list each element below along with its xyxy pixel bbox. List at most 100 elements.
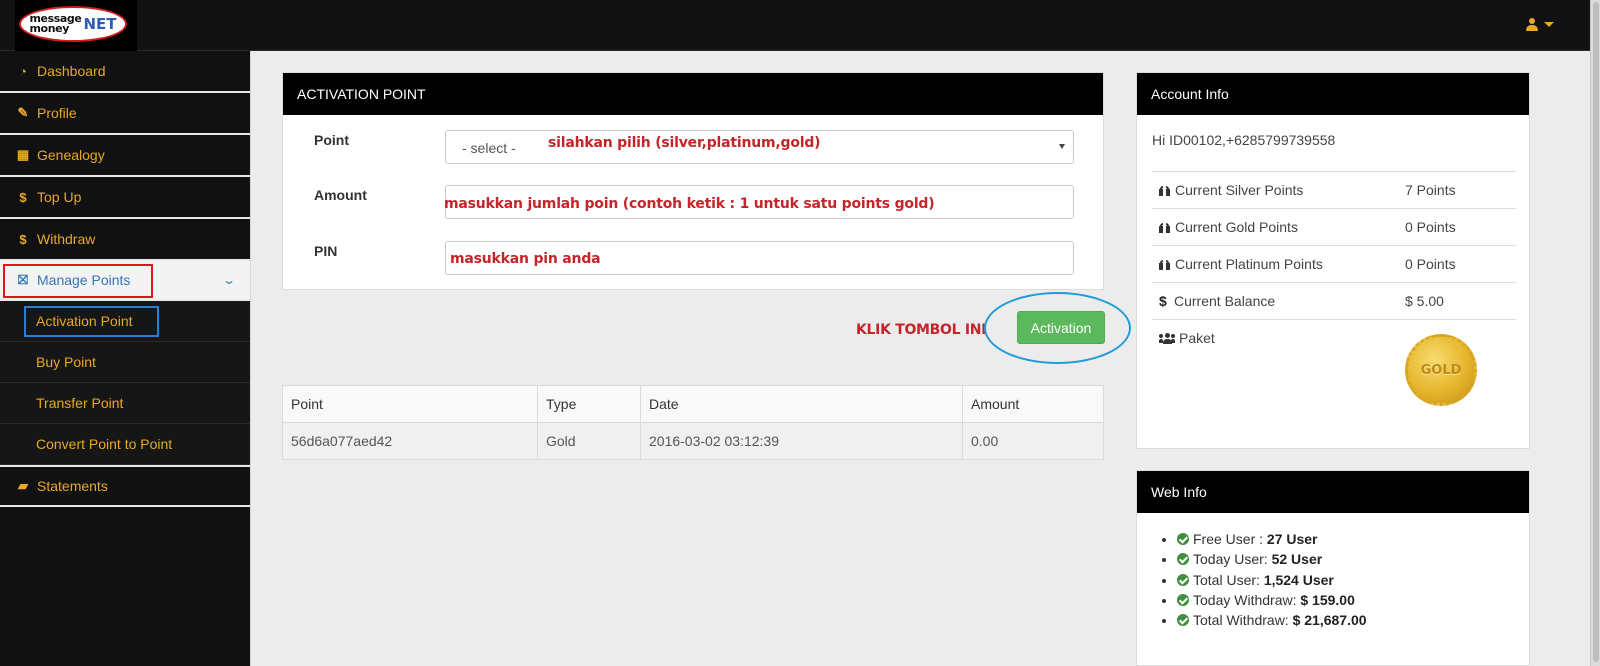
amount-label: Amount: [314, 187, 367, 203]
annotation-klik-text: KLIK TOMBOL INI: [856, 322, 987, 338]
sidebar-item-dashboard[interactable]: ◔ Dashboard: [0, 51, 250, 93]
user-menu-toggle[interactable]: [1526, 18, 1554, 31]
table-header-row: Point Type Date Amount: [282, 385, 1104, 423]
annotation-blue-frame: [24, 306, 159, 337]
cell-label: Current Platinum Points: [1152, 245, 1398, 283]
points-table: Point Type Date Amount 56d6a077aed42 Gol…: [282, 385, 1104, 460]
column-header-amount: Amount: [962, 385, 1104, 423]
panel-title: Web Info: [1137, 471, 1529, 513]
sidebar-item-label: Genealogy: [37, 147, 105, 163]
column-header-point: Point: [282, 385, 538, 423]
cell-amount: 0.00: [962, 422, 1104, 460]
column-header-type: Type: [537, 385, 641, 423]
check-circle-icon: [1177, 593, 1189, 606]
brand-logo[interactable]: message money NET: [15, 0, 137, 51]
web-info-panel: Web Info Free User : 27 User Today User:…: [1136, 470, 1530, 666]
cell-label: Paket: [1152, 319, 1398, 420]
cell-date: 2016-03-02 03:12:39: [640, 422, 963, 460]
wrench-icon: ✎: [17, 105, 29, 120]
sidebar-subitem-label: Transfer Point: [36, 395, 124, 411]
activation-point-panel: ACTIVATION POINT Point - select - Amount…: [282, 72, 1104, 290]
sidebar-subitem-buy-point[interactable]: Buy Point: [0, 342, 250, 383]
sidebar-subitem-activation-point[interactable]: Activation Point: [0, 301, 250, 342]
dollar-icon: $: [19, 231, 27, 247]
gift-icon: [1159, 260, 1170, 270]
logo-net: NET: [83, 15, 117, 33]
top-navbar: message money NET: [0, 0, 1590, 51]
sidebar-subitem-convert-point[interactable]: Convert Point to Point: [0, 424, 250, 465]
annotation-hint-pin: masukkan pin anda: [450, 251, 601, 267]
check-circle-icon: [1177, 614, 1189, 627]
list-item: Today Withdraw: $ 159.00: [1177, 590, 1367, 610]
cell-value: 0 Points: [1398, 208, 1516, 246]
list-item: Total User: 1,524 User: [1177, 570, 1367, 590]
table-row: Paket GOLD: [1152, 319, 1516, 420]
sidebar-subitem-label: Convert Point to Point: [36, 436, 173, 452]
sidebar-item-statements[interactable]: ▰ Statements: [0, 465, 250, 507]
account-info-panel: Account Info Hi ID00102,+6285799739558 C…: [1136, 72, 1530, 449]
table-row: Current Gold Points 0 Points: [1152, 208, 1516, 246]
select-arrow-icon: [1059, 144, 1065, 149]
users-icon: [1159, 333, 1175, 344]
annotation-red-frame: [3, 264, 153, 298]
web-info-list: Free User : 27 User Today User: 52 User …: [1177, 529, 1367, 630]
point-label: Point: [314, 132, 349, 148]
sidebar-item-genealogy[interactable]: ▦ Genealogy: [0, 135, 250, 177]
activation-button[interactable]: Activation: [1017, 311, 1105, 344]
column-header-date: Date: [640, 385, 963, 423]
user-icon: [1526, 18, 1538, 31]
cell-type: Gold: [537, 422, 641, 460]
check-circle-icon: [1177, 533, 1189, 545]
cell-point: 56d6a077aed42: [282, 422, 538, 460]
dollar-icon: $: [1159, 293, 1167, 309]
gift-icon: [1159, 186, 1170, 196]
chevron-down-icon: ⌄: [221, 273, 237, 287]
cell-label: $ Current Balance: [1152, 282, 1398, 320]
logo-oval: message money NET: [19, 6, 127, 42]
account-greeting: Hi ID00102,+6285799739558: [1152, 132, 1336, 148]
dashboard-icon: ◔: [19, 63, 27, 79]
cell-value: GOLD: [1398, 319, 1516, 420]
table-row: $ Current Balance $ 5.00: [1152, 282, 1516, 320]
sidebar-item-label: Dashboard: [37, 63, 106, 79]
account-info-table: Current Silver Points 7 Points Current G…: [1152, 171, 1516, 420]
list-item: Free User : 27 User: [1177, 529, 1367, 549]
sidebar-item-withdraw[interactable]: $ Withdraw: [0, 219, 250, 261]
gold-badge: GOLD: [1405, 334, 1477, 406]
cell-value: $ 5.00: [1398, 282, 1516, 320]
sidebar-item-label: Statements: [37, 478, 108, 494]
panel-title: ACTIVATION POINT: [283, 73, 1103, 115]
table-row: Current Platinum Points 0 Points: [1152, 245, 1516, 283]
sidebar-item-label: Withdraw: [37, 231, 96, 247]
dollar-icon: $: [19, 189, 27, 205]
cell-value: 0 Points: [1398, 245, 1516, 283]
sidebar-subitem-transfer-point[interactable]: Transfer Point: [0, 383, 250, 424]
table-icon: ▦: [16, 147, 30, 162]
gift-icon: [1159, 223, 1170, 233]
sidebar-item-label: Profile: [37, 105, 77, 121]
table-row: 56d6a077aed42 Gold 2016-03-02 03:12:39 0…: [282, 422, 1104, 460]
cell-value: 7 Points: [1398, 171, 1516, 209]
sidebar-item-profile[interactable]: ✎ Profile: [0, 93, 250, 135]
sidebar-item-manage-points[interactable]: ⛝ Manage Points ⌄: [0, 261, 250, 301]
check-circle-icon: [1177, 573, 1189, 586]
list-item: Today User: 52 User: [1177, 549, 1367, 569]
sidebar-item-top-up[interactable]: $ Top Up: [0, 177, 250, 219]
pin-label: PIN: [314, 243, 338, 259]
check-circle-icon: [1177, 553, 1189, 566]
annotation-hint-point: silahkan pilih (silver,platinum,gold): [548, 135, 821, 151]
sidebar-item-label: Top Up: [37, 189, 82, 205]
panel-title: Account Info: [1137, 73, 1529, 115]
sidebar: ◔ Dashboard ✎ Profile ▦ Genealogy $ Top …: [0, 51, 251, 666]
vertical-scrollbar[interactable]: [1590, 0, 1600, 666]
sidebar-subitem-label: Buy Point: [36, 354, 96, 370]
list-item: Total Withdraw: $ 21,687.00: [1177, 610, 1367, 630]
point-select-value: - select -: [462, 140, 516, 156]
table-row: Current Silver Points 7 Points: [1152, 171, 1516, 209]
cell-label: Current Gold Points: [1152, 208, 1398, 246]
cell-label: Current Silver Points: [1152, 171, 1398, 209]
scrollbar-thumb[interactable]: [1593, 2, 1599, 662]
annotation-hint-amount: masukkan jumlah poin (contoh ketik : 1 u…: [444, 196, 935, 212]
caret-down-icon: [1544, 22, 1554, 27]
logo-line-2: money: [29, 22, 69, 35]
